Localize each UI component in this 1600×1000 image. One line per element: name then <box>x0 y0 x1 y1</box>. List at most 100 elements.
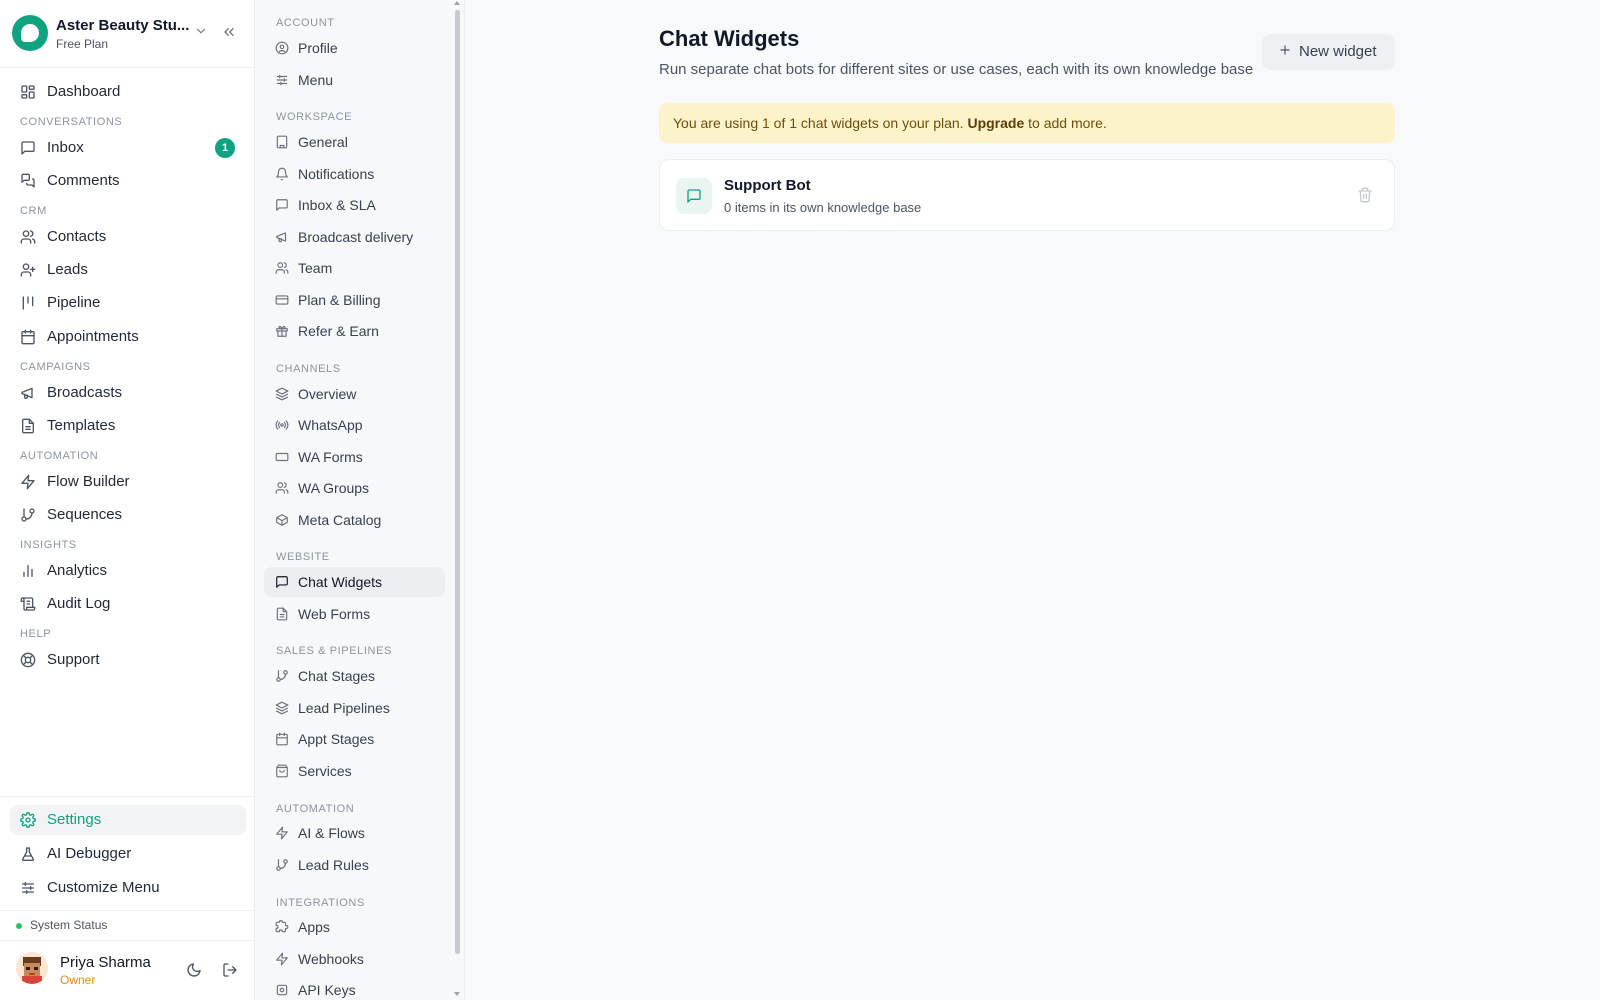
settings-item-apps[interactable]: Apps <box>264 912 445 942</box>
system-status-link[interactable]: System Status <box>16 918 107 932</box>
settings-item-wa-forms[interactable]: WA Forms <box>264 442 445 472</box>
collapse-sidebar-icon[interactable] <box>221 24 237 40</box>
chevron-down-icon[interactable] <box>194 24 208 38</box>
settings-item-label: API Keys <box>298 982 356 998</box>
zap-icon <box>21 474 35 490</box>
settings-item-webhooks[interactable]: Webhooks <box>264 944 445 974</box>
nav-label: Analytics <box>47 562 108 579</box>
settings-item-ai-flows[interactable]: AI & Flows <box>264 818 445 848</box>
nav-section-insights: INSIGHTS <box>20 539 77 551</box>
workspace-logo <box>12 15 48 51</box>
widget-name: Support Bot <box>724 177 811 194</box>
file-text-icon <box>276 607 288 621</box>
settings-item-profile[interactable]: Profile <box>264 33 445 63</box>
settings-item-label: Meta Catalog <box>298 512 382 528</box>
settings-item-inbox-sla[interactable]: Inbox & SLA <box>264 190 445 220</box>
user-circle-icon <box>275 41 289 55</box>
settings-item-services[interactable]: Services <box>264 756 445 786</box>
building-icon <box>276 135 288 149</box>
nav-sequences[interactable]: Sequences <box>10 500 246 530</box>
nav-label: Comments <box>47 172 120 189</box>
scroll-up-arrow-icon[interactable] <box>454 1 460 5</box>
settings-item-label: Chat Stages <box>298 668 376 684</box>
settings-item-api-keys[interactable]: API Keys <box>264 975 445 1000</box>
settings-item-label: WhatsApp <box>298 417 363 433</box>
settings-item-label: Notifications <box>298 166 375 182</box>
users-icon <box>275 482 289 494</box>
settings-item-broadcast-delivery[interactable]: Broadcast delivery <box>264 222 445 252</box>
nav-customize-menu[interactable]: Customize Menu <box>10 873 246 903</box>
calendar-icon <box>276 732 288 746</box>
settings-item-chat-widgets[interactable]: Chat Widgets <box>264 567 445 597</box>
widget-knowledge-count: 0 items in its own knowledge base <box>724 200 922 215</box>
git-branch-icon <box>276 670 288 682</box>
user-name: Priya Sharma <box>60 954 151 971</box>
nav-label: Audit Log <box>47 595 111 612</box>
nav-templates[interactable]: Templates <box>10 411 246 441</box>
plan-limit-text: You are using 1 of 1 chat widgets on you… <box>673 115 1107 131</box>
settings-item-web-forms[interactable]: Web Forms <box>264 599 445 629</box>
settings-nav: ACCOUNT Profile Menu WORKSPACE General N… <box>255 0 465 1000</box>
settings-item-meta-catalog[interactable]: Meta Catalog <box>264 505 445 535</box>
user-role: Owner <box>60 973 96 987</box>
nav-label: Appointments <box>47 328 139 345</box>
settings-item-label: Services <box>298 763 352 779</box>
settings-item-whatsapp[interactable]: WhatsApp <box>264 410 445 440</box>
radio-icon <box>275 420 289 430</box>
scroll-down-arrow-icon[interactable] <box>454 992 460 996</box>
nav-ai-debugger[interactable]: AI Debugger <box>10 839 246 869</box>
settings-item-plan-billing[interactable]: Plan & Billing <box>264 285 445 315</box>
settings-item-menu[interactable]: Menu <box>264 65 445 95</box>
nav-support[interactable]: Support <box>10 645 246 675</box>
nav-pipeline[interactable]: Pipeline <box>10 288 246 318</box>
workspace-name: Aster Beauty Stu... <box>56 17 190 34</box>
nav-label: Leads <box>47 261 88 278</box>
settings-item-general[interactable]: General <box>264 127 445 157</box>
life-buoy-icon <box>20 652 36 668</box>
message-square-icon <box>276 199 288 211</box>
nav-dashboard[interactable]: Dashboard <box>10 77 246 107</box>
avatar[interactable] <box>16 952 48 984</box>
plan-limit-banner: You are using 1 of 1 chat widgets on you… <box>659 103 1395 143</box>
plus-icon <box>1280 45 1290 55</box>
settings-item-wa-groups[interactable]: WA Groups <box>264 473 445 503</box>
dashboard-icon <box>21 85 35 99</box>
settings-item-notifications[interactable]: Notifications <box>264 159 445 189</box>
upgrade-link[interactable]: Upgrade <box>967 115 1024 131</box>
nav-label: Inbox <box>47 139 84 156</box>
settings-item-label: Menu <box>298 72 334 88</box>
nav-label: Broadcasts <box>47 384 123 401</box>
settings-item-label: Lead Rules <box>298 857 369 873</box>
unread-badge: 1 <box>215 138 235 158</box>
settings-item-refer-earn[interactable]: Refer & Earn <box>264 316 445 346</box>
new-widget-label: New widget <box>1299 43 1377 60</box>
moon-icon[interactable] <box>186 962 202 978</box>
nav-analytics[interactable]: Analytics <box>10 556 246 586</box>
scrollbar-thumb[interactable] <box>455 10 460 954</box>
settings-item-label: Lead Pipelines <box>298 700 390 716</box>
nav-inbox[interactable]: Inbox 1 <box>10 133 246 163</box>
settings-item-lead-rules[interactable]: Lead Rules <box>264 850 445 880</box>
settings-item-team[interactable]: Team <box>264 253 445 283</box>
widget-card[interactable]: Support Bot 0 items in its own knowledge… <box>659 159 1395 231</box>
logout-icon[interactable] <box>222 962 238 978</box>
nav-appointments[interactable]: Appointments <box>10 322 246 352</box>
nav-audit-log[interactable]: Audit Log <box>10 589 246 619</box>
settings-item-label: Refer & Earn <box>298 323 379 339</box>
nav-broadcasts[interactable]: Broadcasts <box>10 378 246 408</box>
nav-settings[interactable]: Settings <box>10 805 246 835</box>
trash-icon[interactable] <box>1357 187 1373 203</box>
nav-contacts[interactable]: Contacts <box>10 222 246 252</box>
system-status-label: System Status <box>30 918 108 932</box>
settings-item-lead-pipelines[interactable]: Lead Pipelines <box>264 693 445 723</box>
nav-flow-builder[interactable]: Flow Builder <box>10 467 246 497</box>
settings-item-appt-stages[interactable]: Appt Stages <box>264 724 445 754</box>
settings-item-chat-stages[interactable]: Chat Stages <box>264 661 445 691</box>
workspace-switcher[interactable]: Aster Beauty Stu... Free Plan <box>0 0 254 68</box>
nav-comments[interactable]: Comments <box>10 166 246 196</box>
shopping-bag-icon <box>276 764 288 778</box>
settings-item-overview[interactable]: Overview <box>264 379 445 409</box>
new-widget-button[interactable]: New widget <box>1262 34 1395 70</box>
nav-leads[interactable]: Leads <box>10 255 246 285</box>
page-subtitle: Run separate chat bots for different sit… <box>659 61 1254 78</box>
